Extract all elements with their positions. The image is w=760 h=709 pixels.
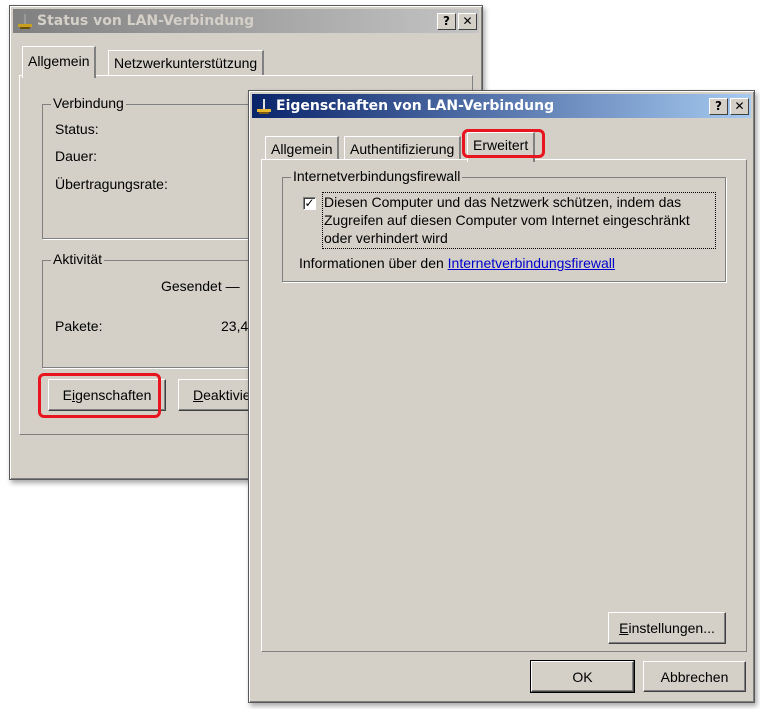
firewall-group-legend: Internetverbindungsfirewall	[291, 168, 463, 184]
tab-allgemein[interactable]: Allgemein	[265, 136, 340, 160]
deactivate-button-label: Deaktivier	[193, 387, 256, 403]
status-label: Status:	[55, 121, 99, 137]
advanced-tab-panel: Internetverbindungsfirewall ✓ Diesen Com…	[261, 159, 747, 652]
tab-label: Allgemein	[271, 141, 333, 157]
status-window-titlebar[interactable]: Status von LAN-Verbindung ? ✕	[13, 9, 479, 33]
ok-button[interactable]: OK	[530, 660, 635, 693]
settings-button-label: Einstellungen...	[619, 620, 715, 636]
connection-group-legend: Verbindung	[51, 95, 126, 111]
tab-allgemein[interactable]: Allgemein	[22, 46, 97, 78]
packets-sent-value: 23,4	[221, 318, 249, 334]
help-button[interactable]: ?	[709, 97, 728, 115]
tab-label: Allgemein	[28, 53, 90, 69]
tab-authentifizierung[interactable]: Authentifizierung	[344, 136, 462, 160]
close-button[interactable]: ✕	[730, 97, 749, 115]
cancel-button-label: Abbrechen	[660, 668, 729, 685]
firewall-info-link[interactable]: Internetverbindungsfirewall	[448, 255, 615, 271]
firewall-group: Internetverbindungsfirewall ✓ Diesen Com…	[282, 168, 726, 282]
status-window-title: Status von LAN-Verbindung	[37, 13, 255, 29]
properties-button-label: Eigenschaften	[62, 387, 152, 403]
properties-window-title: Eigenschaften von LAN-Verbindung	[276, 98, 555, 114]
properties-window-titlebar[interactable]: Eigenschaften von LAN-Verbindung ? ✕	[252, 94, 751, 118]
firewall-checkbox[interactable]: ✓	[303, 197, 316, 210]
checkbox-line-3: oder verhindert wird	[324, 230, 448, 246]
network-connection-icon	[255, 97, 273, 115]
firewall-checkbox-label[interactable]: Diesen Computer und das Netzwerk schütze…	[322, 192, 716, 249]
ok-button-label: OK	[572, 668, 593, 685]
cancel-button[interactable]: Abbrechen	[643, 661, 746, 692]
tab-label: Erweitert	[473, 137, 529, 153]
tab-erweitert[interactable]: Erweitert	[467, 132, 536, 162]
tab-label: Authentifizierung	[350, 141, 455, 157]
packets-label: Pakete:	[55, 318, 103, 334]
transfer-rate-label: Übertragungsrate:	[55, 176, 168, 192]
firewall-info-text: Informationen über den Internetverbindun…	[299, 255, 615, 271]
duration-label: Dauer:	[55, 148, 98, 164]
checkbox-line-2: Zugreifen auf diesen Computer vom Intern…	[324, 212, 690, 228]
activity-group-legend: Aktivität	[51, 251, 105, 267]
tab-label: Netzwerkunterstützung	[114, 55, 258, 71]
close-button[interactable]: ✕	[458, 12, 477, 30]
properties-window: Eigenschaften von LAN-Verbindung ? ✕ All…	[248, 90, 755, 703]
checkbox-line-1: Diesen Computer und das Netzwerk schütze…	[324, 194, 682, 210]
sent-label: Gesendet —	[161, 278, 240, 294]
network-connection-icon	[16, 12, 34, 30]
tab-netzwerkunterstuetzung[interactable]: Netzwerkunterstützung	[108, 50, 265, 76]
settings-button[interactable]: Einstellungen...	[608, 612, 726, 644]
properties-button[interactable]: Eigenschaften	[48, 379, 166, 411]
help-button[interactable]: ?	[437, 12, 456, 30]
